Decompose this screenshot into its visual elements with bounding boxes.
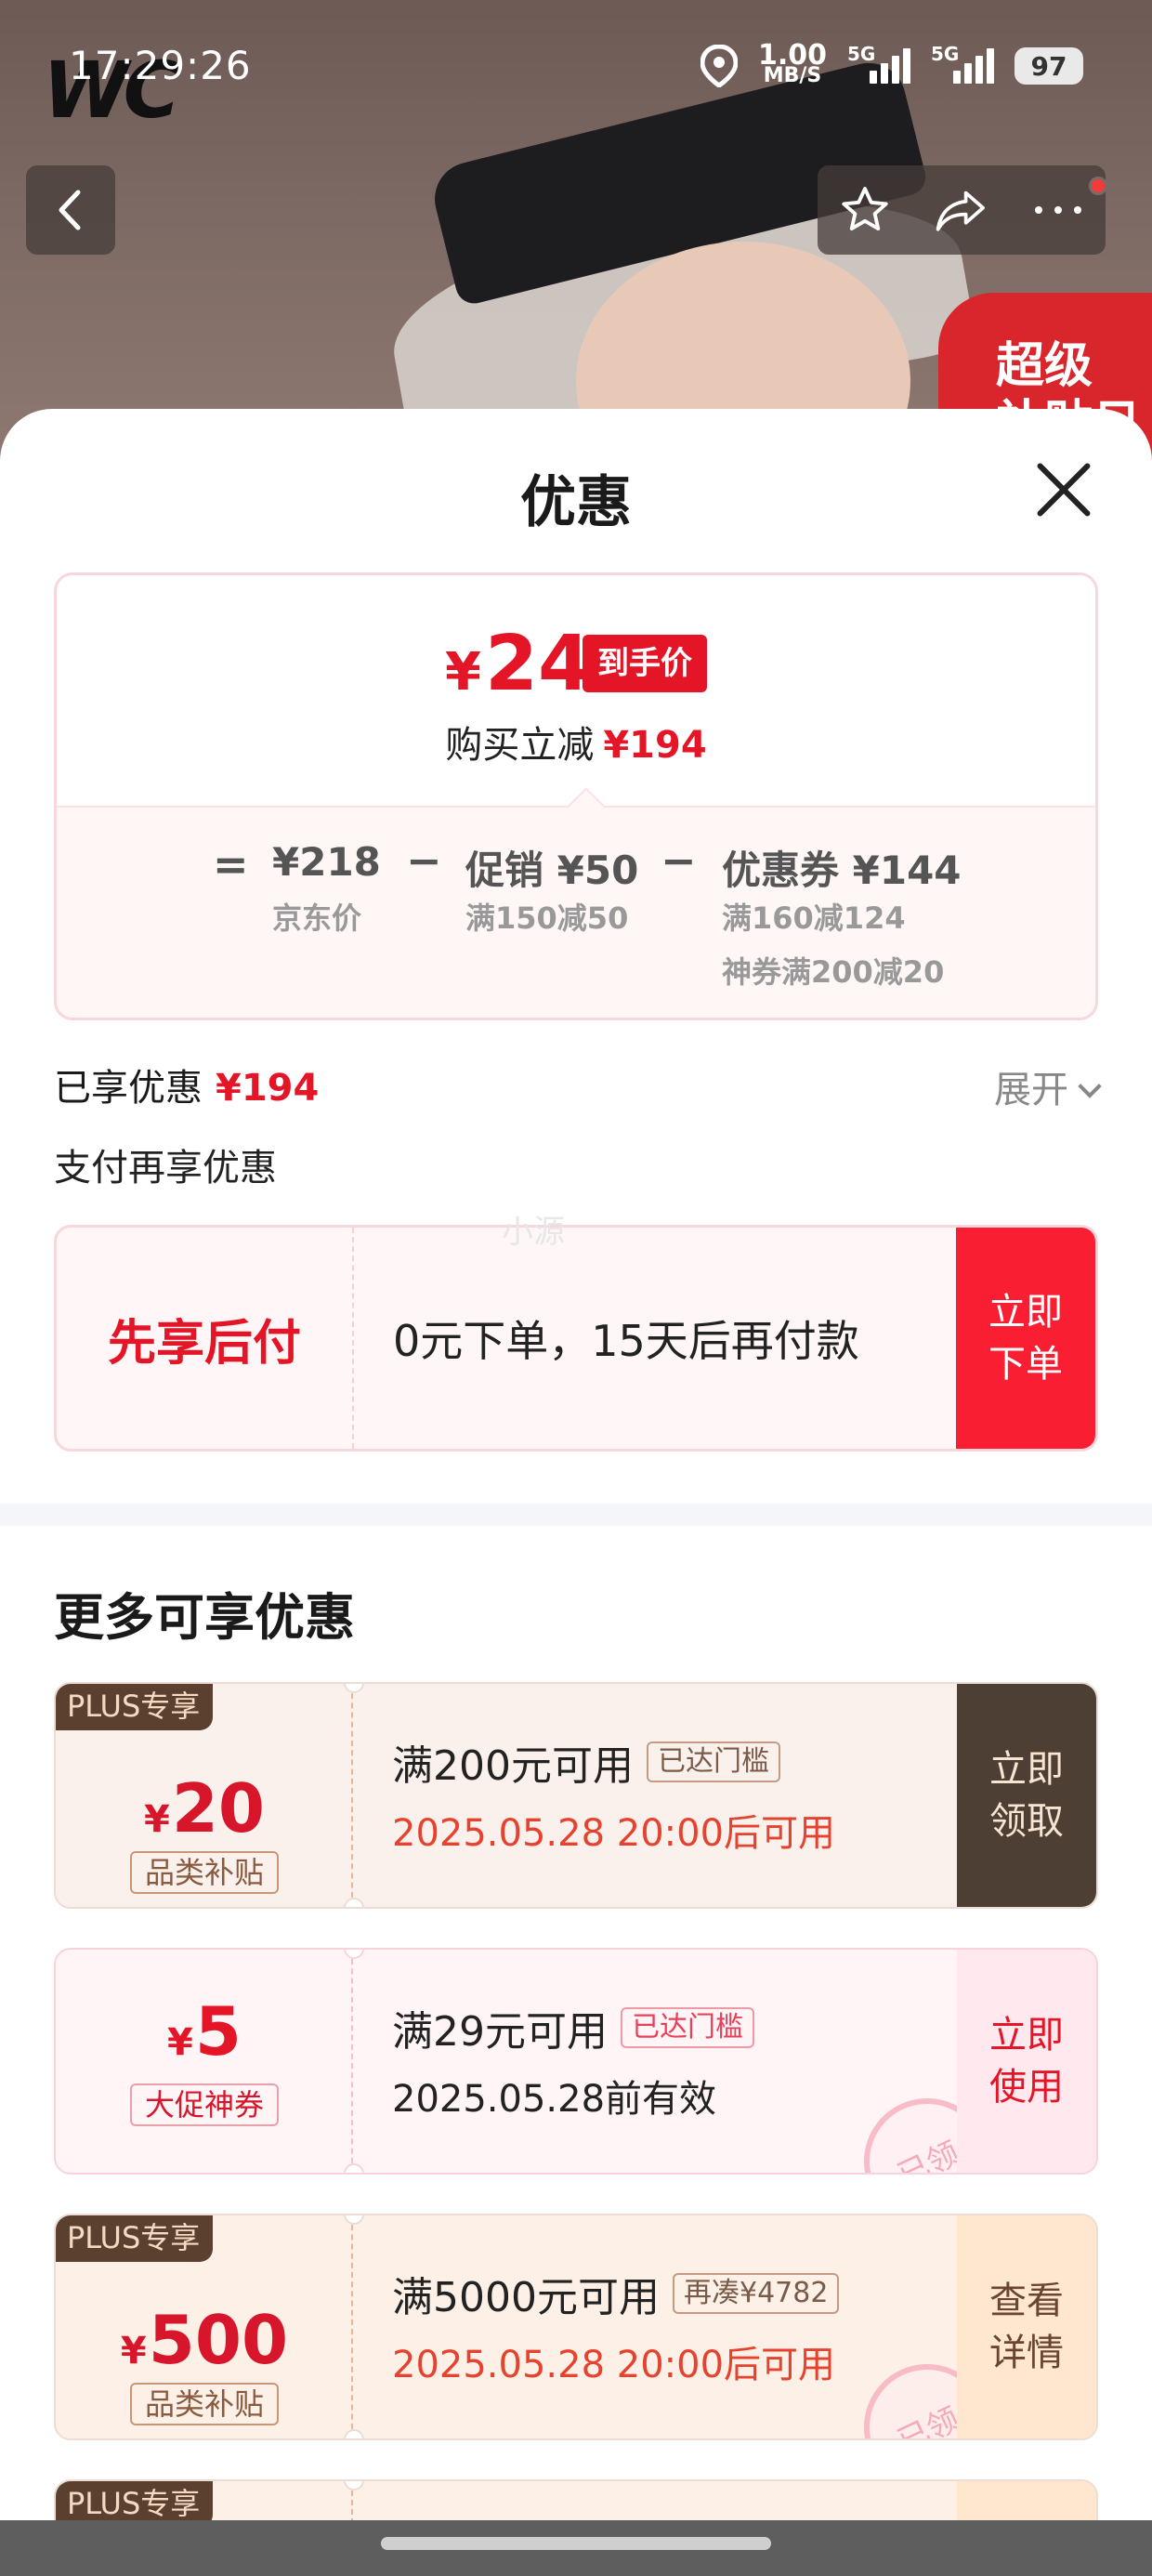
more-discounts-title: 更多可享优惠 bbox=[54, 1588, 355, 1647]
enjoyed-label: 已享优惠 bbox=[54, 1067, 203, 1110]
coupon-amount: ¥5 bbox=[56, 1994, 353, 2080]
claim-coupon-button[interactable]: 立即领取 bbox=[957, 1684, 1096, 1907]
instant-discount-row: 购买立减 ¥194 bbox=[57, 715, 1095, 769]
share-icon[interactable] bbox=[934, 183, 989, 237]
coupon-currency: ¥ bbox=[167, 2021, 193, 2064]
coupon-card: PLUS专享 ¥20 品类补贴 满200元可用 已达门槛 2025.05.28 2… bbox=[54, 1682, 1098, 1909]
watermark: 小源 bbox=[502, 1214, 565, 1251]
chevron-down-icon bbox=[1078, 1074, 1102, 1098]
use-coupon-button[interactable]: 立即使用 bbox=[957, 1950, 1096, 2173]
coupon-amount: ¥20 bbox=[56, 1771, 353, 1857]
coupon-discount: 优惠券 ¥144 bbox=[722, 848, 962, 893]
coupon-amount-value: 5 bbox=[194, 1992, 242, 2070]
section-divider bbox=[0, 1504, 1152, 1526]
coupon-amount: ¥500 bbox=[56, 2303, 353, 2388]
final-price: ¥24 bbox=[445, 620, 591, 717]
coupon-notch-bottom bbox=[344, 2163, 364, 2173]
signal-2-label: 5G bbox=[931, 43, 960, 65]
location-icon bbox=[700, 45, 738, 87]
coupon-card: ¥5 大促神券 满29元可用 已达门槛 2025.05.28前有效 已领 立即使用 bbox=[54, 1948, 1098, 2175]
top-action-group bbox=[818, 165, 1106, 255]
jd-price-label: 京东价 bbox=[272, 900, 362, 936]
threshold-chip: 已达门槛 bbox=[621, 2007, 754, 2048]
coupon-condition-text: 满200元可用 bbox=[392, 1742, 634, 1790]
coupon-category: 大促神券 bbox=[130, 2083, 279, 2126]
coupon-condition: 满5000元可用 再凑¥4782 bbox=[392, 2264, 840, 2323]
expand-label: 展开 bbox=[994, 1069, 1068, 1111]
coupon-condition: 满29元可用 已达门槛 bbox=[392, 1998, 754, 2057]
status-time: 17:29:26 bbox=[69, 43, 252, 88]
coupon-discount-detail-2: 神券满200减20 bbox=[722, 954, 945, 990]
home-indicator[interactable] bbox=[381, 2537, 771, 2550]
minus-sign-1: − bbox=[406, 835, 442, 886]
signal-strength-icon: 5G bbox=[847, 43, 910, 84]
instant-discount-label: 购买立减 bbox=[445, 724, 595, 767]
network-speed: 1.00 MB/S bbox=[757, 39, 827, 87]
minus-sign-2: − bbox=[661, 835, 697, 886]
network-speed-value: 1.00 bbox=[757, 39, 827, 72]
order-now-button[interactable]: 立即下单 bbox=[956, 1228, 1095, 1449]
network-speed-unit: MB/S bbox=[763, 64, 822, 87]
coupon-valid-date: 2025.05.28 20:00后可用 bbox=[392, 1812, 836, 1855]
coupon-condition-text: 满29元可用 bbox=[392, 2008, 608, 2056]
top-up-chip: 再凑¥4782 bbox=[672, 2273, 840, 2314]
status-icons: 1.00 MB/S 5G 5G 97 bbox=[700, 39, 1083, 87]
chevron-left-icon bbox=[59, 190, 81, 230]
coupon-category: 品类补贴 bbox=[130, 1851, 279, 1894]
coupon-valid-date: 2025.05.28 20:00后可用 bbox=[392, 2344, 836, 2386]
coupon-card: PLUS专享 ¥500 品类补贴 满5000元可用 再凑¥4782 2025.05… bbox=[54, 2214, 1098, 2440]
battery-icon: 97 bbox=[1015, 47, 1083, 85]
price-breakdown-card: ¥24 到手价 购买立减 ¥194 = ¥218 京东价 − 促销 ¥50 满15… bbox=[54, 572, 1098, 1020]
coupon-condition: 满200元可用 已达门槛 bbox=[392, 1732, 780, 1792]
bnpl-description: 0元下单，15天后再付款 bbox=[393, 1316, 859, 1366]
coupon-discount-detail-1: 满160减124 bbox=[722, 900, 906, 936]
final-price-value: 24 bbox=[484, 620, 592, 708]
signal-1-label: 5G bbox=[847, 43, 876, 65]
buy-now-pay-later-card[interactable]: 先享后付 0元下单，15天后再付款 立即下单 bbox=[54, 1225, 1098, 1452]
back-button[interactable] bbox=[26, 165, 115, 255]
close-icon[interactable] bbox=[1031, 457, 1096, 522]
coupon-value-section: PLUS专享 ¥500 品类补贴 bbox=[56, 2215, 353, 2438]
final-price-tag: 到手价 bbox=[583, 635, 707, 692]
payment-section-title: 支付再享优惠 bbox=[54, 1147, 277, 1189]
sheet-title: 优惠 bbox=[520, 470, 632, 535]
coupon-condition-text: 满5000元可用 bbox=[392, 2274, 660, 2321]
coupon-currency: ¥ bbox=[143, 1798, 170, 1841]
discount-bottom-sheet: 优惠 ¥24 到手价 购买立减 ¥194 = ¥218 京东价 − 促销 ¥50 … bbox=[0, 409, 1152, 2576]
more-options-icon[interactable] bbox=[1031, 201, 1085, 219]
coupon-amount-value: 500 bbox=[148, 2301, 289, 2379]
status-bar: 17:29:26 1.00 MB/S 5G 5G 97 bbox=[0, 0, 1152, 139]
favorite-star-icon[interactable] bbox=[838, 183, 892, 237]
equals-sign: = bbox=[213, 839, 249, 889]
expand-toggle[interactable]: 展开 bbox=[994, 1059, 1102, 1113]
promo-discount-detail: 满150减50 bbox=[465, 900, 629, 936]
price-formula-section: = ¥218 京东价 − 促销 ¥50 满150减50 − 优惠券 ¥144 满… bbox=[57, 806, 1095, 1018]
coupon-notch-bottom bbox=[344, 1898, 364, 1907]
coupon-amount-value: 20 bbox=[171, 1769, 266, 1847]
plus-exclusive-tag: PLUS专享 bbox=[56, 1684, 214, 1730]
coupon-valid-date: 2025.05.28前有效 bbox=[392, 2078, 717, 2121]
enjoyed-discount-row: 已享优惠 ¥194 展开 bbox=[54, 1058, 1102, 1113]
promo-discount: 促销 ¥50 bbox=[465, 848, 639, 893]
coupon-notch-bottom bbox=[344, 2429, 364, 2438]
threshold-chip: 已达门槛 bbox=[646, 1741, 780, 1782]
view-details-button[interactable]: 查看详情 bbox=[957, 2215, 1096, 2438]
coupon-value-section: PLUS专享 ¥20 品类补贴 bbox=[56, 1684, 353, 1907]
coupon-value-section: ¥5 大促神券 bbox=[56, 1950, 353, 2173]
final-price-currency: ¥ bbox=[445, 642, 481, 703]
final-price-section: ¥24 到手价 购买立减 ¥194 bbox=[57, 575, 1095, 806]
instant-discount-amount: ¥194 bbox=[603, 724, 707, 767]
jd-price: ¥218 bbox=[272, 839, 381, 885]
coupon-category: 品类补贴 bbox=[130, 2383, 279, 2425]
signal-strength-icon-2: 5G bbox=[931, 43, 994, 84]
coupon-currency: ¥ bbox=[120, 2330, 147, 2372]
enjoyed-amount: ¥194 bbox=[216, 1067, 320, 1110]
bnpl-name: 先享后付 bbox=[57, 1228, 354, 1449]
notification-dot bbox=[1089, 177, 1107, 195]
plus-exclusive-tag: PLUS专享 bbox=[56, 2215, 214, 2262]
